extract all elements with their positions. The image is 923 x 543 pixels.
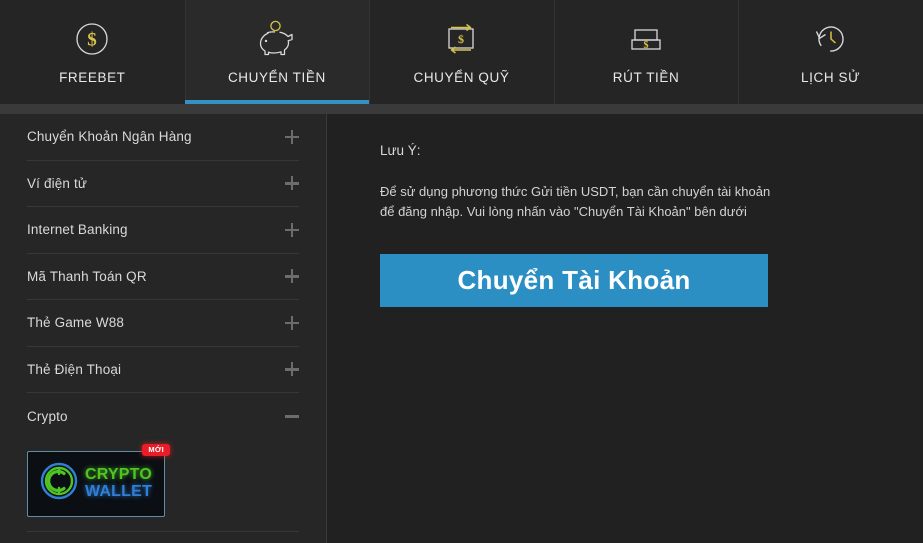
new-badge: MỚI xyxy=(142,443,170,456)
note-body: Để sử dụng phương thức Gửi tiền USDT, bạ… xyxy=(380,184,771,220)
crypto-wallet-wordmark: CRYPTO WALLET xyxy=(85,466,152,500)
expand-plus-icon[interactable] xyxy=(285,129,299,144)
svg-text:$: $ xyxy=(458,32,464,46)
crypto-wallet-line1: CRYPTO xyxy=(85,466,152,484)
tabbar-divider-strip xyxy=(0,104,923,114)
crypto-wallet-logo-icon xyxy=(38,460,80,507)
history-clock-icon xyxy=(811,17,851,61)
tab-label-chuyen-tien: CHUYỂN TIỀN xyxy=(227,70,326,85)
crypto-wallet-line2: WALLET xyxy=(85,482,152,500)
main-tabbar: $ FREEBET CHUYỂN TIỀN $ CHUYỂN QUỸ $ RÚT… xyxy=(0,0,923,104)
switch-account-button[interactable]: Chuyển Tài Khoản xyxy=(380,254,768,308)
sidebar-item-crypto[interactable]: Crypto xyxy=(27,393,299,440)
sidebar-item-internet-banking[interactable]: Internet Banking xyxy=(27,207,299,254)
sidebar-item-bank-transfer[interactable]: Chuyển Khoản Ngân Hàng xyxy=(27,114,299,161)
sidebar-item-label: Mã Thanh Toán QR xyxy=(27,268,147,284)
page-body: Chuyển Khoản Ngân Hàng Ví điện tử Intern… xyxy=(0,114,923,543)
payment-method-sidebar: Chuyển Khoản Ngân Hàng Ví điện tử Intern… xyxy=(0,114,327,543)
sidebar-item-game-card[interactable]: Thẻ Game W88 xyxy=(27,300,299,347)
crypto-options-panel: MỚI CRYPTO WALLET xyxy=(27,440,299,532)
sidebar-item-label: Thẻ Điện Thoại xyxy=(27,361,122,377)
tab-freebet[interactable]: $ FREEBET xyxy=(0,0,185,104)
sidebar-item-label: Crypto xyxy=(27,408,68,424)
crypto-wallet-option[interactable]: MỚI CRYPTO WALLET xyxy=(27,443,170,517)
transfer-funds-icon: $ xyxy=(440,17,482,61)
svg-text:$: $ xyxy=(88,30,98,51)
tab-label-rut-tien: RÚT TIỀN xyxy=(612,70,680,85)
tab-rut-tien[interactable]: $ RÚT TIỀN xyxy=(553,0,739,104)
expand-plus-icon[interactable] xyxy=(285,269,299,284)
sidebar-item-phone-card[interactable]: Thẻ Điện Thoại xyxy=(27,347,299,393)
piggy-bank-icon xyxy=(256,17,298,61)
note-title: Lưu Ý: xyxy=(380,143,421,158)
collapse-minus-icon[interactable] xyxy=(285,409,299,423)
sidebar-item-ewallet[interactable]: Ví điện tử xyxy=(27,161,299,207)
sidebar-item-qr-payment[interactable]: Mã Thanh Toán QR xyxy=(27,254,299,300)
content-panel: Lưu Ý: Để sử dụng phương thức Gửi tiền U… xyxy=(327,114,923,543)
svg-text:$: $ xyxy=(644,40,649,51)
tab-chuyen-quy[interactable]: $ CHUYỂN QUỸ xyxy=(369,0,554,104)
sidebar-item-label: Thẻ Game W88 xyxy=(27,315,125,331)
expand-plus-icon[interactable] xyxy=(285,222,299,237)
sidebar-item-label: Ví điện tử xyxy=(27,175,88,191)
expand-plus-icon[interactable] xyxy=(285,315,299,330)
sidebar-item-label: Internet Banking xyxy=(27,222,128,238)
tab-label-freebet: FREEBET xyxy=(59,70,126,85)
deposit-page: $ FREEBET CHUYỂN TIỀN $ CHUYỂN QUỸ $ RÚT… xyxy=(0,0,923,543)
atm-cash-icon: $ xyxy=(625,17,667,61)
tab-lich-su[interactable]: LỊCH SỬ xyxy=(738,0,923,104)
tab-chuyen-tien[interactable]: CHUYỂN TIỀN xyxy=(184,0,370,104)
dollar-circle-icon: $ xyxy=(73,17,111,61)
expand-plus-icon[interactable] xyxy=(285,176,299,191)
expand-plus-icon[interactable] xyxy=(285,362,299,377)
tab-label-lich-su: LỊCH SỬ xyxy=(801,70,861,85)
tab-label-chuyen-quy: CHUYỂN QUỸ xyxy=(413,70,510,85)
sidebar-item-label: Chuyển Khoản Ngân Hàng xyxy=(27,129,192,145)
